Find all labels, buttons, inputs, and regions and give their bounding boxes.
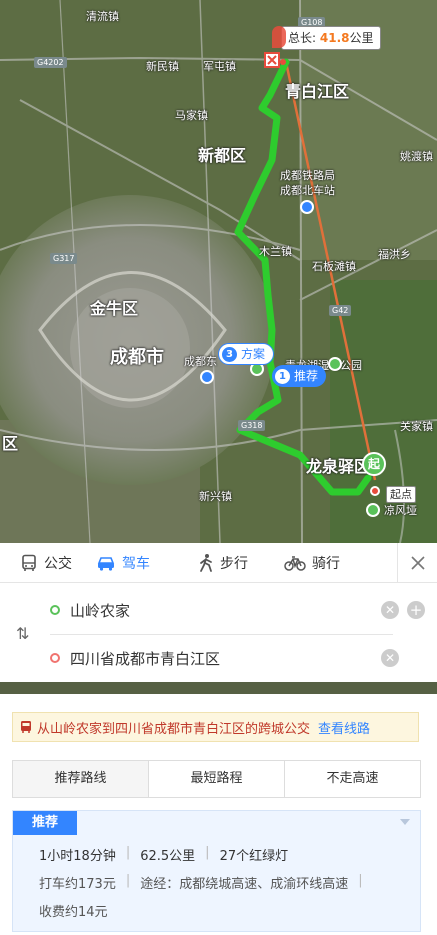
- route-strategy-selector: 推荐路线 最短路程 不走高速: [12, 760, 421, 798]
- place-label: 龙泉驿区: [306, 457, 371, 476]
- distance-value: 41.8: [319, 31, 350, 45]
- bike-icon: [284, 555, 306, 571]
- origin-row: ✕: [50, 596, 399, 624]
- destination-pin-icon[interactable]: [272, 26, 286, 48]
- taxi-fare: 打车约173元: [39, 877, 116, 892]
- place-label: 军屯镇: [203, 60, 236, 73]
- place-label: 关家镇: [400, 420, 433, 433]
- transport-mode-tabs: 公交 驾车 步行 骑行: [0, 542, 437, 583]
- bus-small-icon: [21, 721, 31, 733]
- close-icon: [410, 555, 425, 570]
- road-badge: G4202: [34, 57, 67, 68]
- tab-bus[interactable]: 公交: [0, 543, 84, 583]
- map-strip: [0, 682, 437, 694]
- destination-row: ✕: [50, 644, 399, 672]
- recommended-tag: 推荐: [13, 811, 77, 835]
- total-distance-label: 总长: 41.8公里: [281, 26, 381, 50]
- map-view[interactable]: 清流镇 新民镇 军屯镇 青白江区 马家镇 新都区 成都铁路局 成都北车站 姚渡镇…: [0, 0, 437, 543]
- end-marker-icon[interactable]: [262, 50, 286, 74]
- place-label: 成都市: [110, 347, 164, 368]
- close-button[interactable]: [397, 542, 437, 583]
- place-label: 青白江区: [285, 82, 350, 101]
- route-recommended-pill[interactable]: 1 推荐: [272, 365, 327, 387]
- route-plan-3-pill[interactable]: 3 方案: [218, 343, 275, 365]
- place-label: 马家镇: [175, 109, 208, 122]
- bus-icon: [22, 554, 36, 571]
- tab-bus-label: 公交: [44, 555, 72, 572]
- input-divider: [50, 634, 393, 635]
- place-label: 成都铁路局: [280, 169, 335, 182]
- strategy-recommended[interactable]: 推荐路线: [13, 761, 149, 797]
- start-marker-icon[interactable]: 起: [362, 452, 386, 476]
- place-label: 新都区: [198, 146, 247, 165]
- route-toll: 收费约14元: [39, 905, 108, 920]
- railway-station-icon[interactable]: [200, 370, 214, 384]
- tab-drive-label: 驾车: [122, 555, 150, 572]
- notice-text: 从山岭农家到四川省成都市青白江区的跨城公交: [37, 721, 311, 737]
- place-label: 木兰镇: [259, 245, 292, 258]
- place-label: 区: [2, 434, 19, 453]
- intercity-bus-notice: 从山岭农家到四川省成都市青白江区的跨城公交 查看线路: [12, 712, 419, 742]
- route-details: 打车约173元 | 途经：成都绕城高速、成渝环线高速 |: [39, 873, 363, 892]
- place-label: 石板滩镇: [312, 260, 356, 273]
- route-duration: 1小时18分钟: [39, 849, 116, 864]
- route-distance: 62.5公里: [140, 849, 196, 864]
- route-traffic-lights: 27个红绿灯: [219, 849, 289, 864]
- railway-station-icon[interactable]: [300, 200, 314, 214]
- separator: |: [205, 845, 210, 860]
- start-point-icon[interactable]: [370, 486, 380, 496]
- plan-label: 方案: [241, 347, 266, 361]
- rec-number: 1: [275, 368, 290, 384]
- recommended-route-card[interactable]: 推荐 1小时18分钟 | 62.5公里 | 27个红绿灯 打车约173元 | 途…: [12, 810, 421, 932]
- tab-drive[interactable]: 驾车: [84, 543, 162, 583]
- route-via: 途经：成都绕城高速、成渝环线高速: [140, 877, 349, 892]
- place-label: 姚渡镇: [400, 150, 433, 163]
- place-label: 成都北车站: [280, 184, 335, 197]
- route-summary: 1小时18分钟 | 62.5公里 | 27个红绿灯: [39, 845, 288, 864]
- place-label: 新民镇: [146, 60, 179, 73]
- distance-prefix: 总长:: [288, 31, 317, 45]
- add-waypoint-button[interactable]: +: [407, 601, 425, 619]
- tab-walk[interactable]: 步行: [186, 543, 260, 583]
- place-label: 凉风垭: [384, 504, 417, 517]
- strategy-shortest[interactable]: 最短路程: [149, 761, 285, 797]
- park-icon[interactable]: [328, 357, 342, 371]
- place-label: 成都东: [184, 355, 217, 368]
- clear-destination-button[interactable]: ✕: [381, 649, 399, 667]
- clear-origin-button[interactable]: ✕: [381, 601, 399, 619]
- route-input-panel: ⇅ ✕ ✕ +: [0, 584, 437, 682]
- road-badge: G42: [329, 305, 352, 316]
- separator: |: [125, 845, 131, 860]
- origin-input[interactable]: [70, 601, 393, 619]
- destination-input[interactable]: [70, 649, 393, 667]
- rec-label: 推荐: [294, 369, 319, 383]
- view-routes-link[interactable]: 查看线路: [318, 718, 370, 737]
- route-results-panel: 从山岭农家到四川省成都市青白江区的跨城公交 查看线路 推荐路线 最短路程 不走高…: [0, 694, 437, 935]
- plan-number: 3: [222, 346, 237, 362]
- tab-walk-label: 步行: [220, 555, 248, 572]
- road-badge: G317: [50, 253, 78, 264]
- chevron-down-icon[interactable]: [400, 819, 410, 825]
- place-label: 金牛区: [90, 299, 139, 318]
- tab-bike-label: 骑行: [312, 555, 340, 572]
- origin-dot-icon: [50, 605, 60, 615]
- start-point-label: 起点: [386, 486, 416, 503]
- swap-icon[interactable]: ⇅: [16, 624, 29, 643]
- tab-bike[interactable]: 骑行: [272, 543, 352, 583]
- road-badge: G318: [238, 420, 266, 431]
- car-icon: [97, 556, 115, 571]
- separator: |: [125, 873, 131, 888]
- place-label: 新兴镇: [199, 490, 232, 503]
- distance-unit: 公里: [349, 31, 374, 45]
- destination-dot-icon: [50, 653, 60, 663]
- place-label: 福洪乡: [378, 248, 411, 261]
- separator: |: [358, 873, 363, 888]
- place-label: 清流镇: [86, 10, 119, 23]
- park-icon[interactable]: [366, 503, 380, 517]
- strategy-no-highway[interactable]: 不走高速: [285, 761, 420, 797]
- walk-icon: [200, 553, 212, 572]
